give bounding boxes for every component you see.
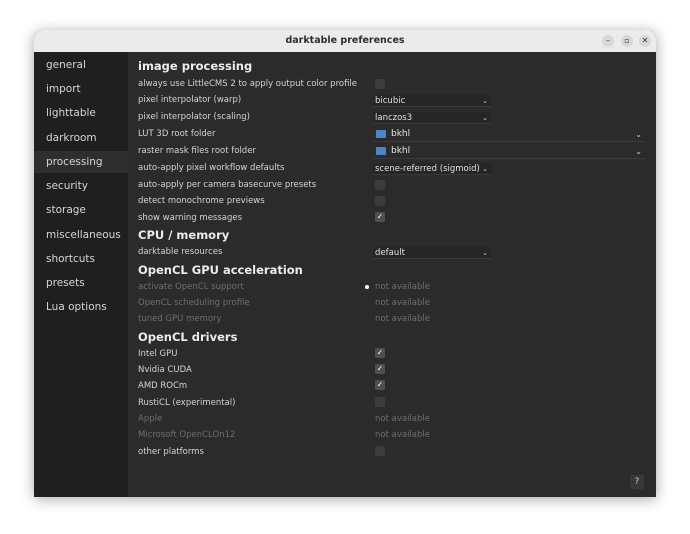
sidebar-item-storage[interactable]: storage [34,199,128,221]
sidebar-item-lua-options[interactable]: Lua options [34,296,128,318]
apple-label: Apple [138,414,163,424]
warnings-label: show warning messages [138,213,243,223]
folder-icon [376,130,386,138]
scaling-label: pixel interpolator (scaling) [138,112,250,122]
amd-checkbox[interactable]: ✓ [375,380,385,390]
monochrome-checkbox[interactable] [375,196,385,206]
sidebar-item-security[interactable]: security [34,175,128,197]
chevron-down-icon: ⌄ [482,97,488,105]
intel-checkbox[interactable]: ✓ [375,348,385,358]
scaling-value: lanczos3 [375,113,413,123]
close-button[interactable]: ✕ [639,35,651,47]
sidebar-item-darkroom[interactable]: darkroom [34,127,128,149]
help-button[interactable]: ? [630,475,644,489]
microsoft-value: not available [375,430,430,440]
raster-folder-chooser[interactable]: bkhl ⌄ [373,145,645,159]
nvidia-label: Nvidia CUDA [138,365,192,375]
raster-label: raster mask files root folder [138,146,256,156]
processing-panel: image processing always use LittleCMS 2 … [128,52,656,497]
chevron-down-icon: ⌄ [635,130,642,139]
littlecms-checkbox[interactable] [375,79,385,89]
workflow-label: auto-apply pixel workflow defaults [138,163,285,173]
workflow-dropdown[interactable]: scene-referred (sigmoid) ⌄ [373,163,491,175]
resources-dropdown[interactable]: default ⌄ [373,247,491,259]
sidebar-item-lighttable[interactable]: lighttable [34,102,128,124]
titlebar: darktable preferences – ▫ ✕ [34,30,656,53]
resources-value: default [375,248,405,258]
chevron-down-icon: ⌄ [635,147,642,156]
warp-label: pixel interpolator (warp) [138,95,242,105]
sidebar-item-shortcuts[interactable]: shortcuts [34,248,128,270]
scheduling-label: OpenCL scheduling profile [138,298,250,308]
raster-folder-value: bkhl [391,146,411,156]
resources-label: darktable resources [138,247,223,257]
apple-value: not available [375,414,430,424]
status-dot-icon [365,285,369,289]
section-cpu-memory: CPU / memory [138,228,230,242]
other-platforms-label: other platforms [138,447,204,457]
minimize-button[interactable]: – [602,35,614,47]
monochrome-label: detect monochrome previews [138,196,265,206]
sidebar: general import lighttable darkroom proce… [34,52,128,497]
sidebar-item-miscellaneous[interactable]: miscellaneous [34,224,128,246]
activate-opencl-label: activate OpenCL support [138,282,244,292]
section-opencl-gpu: OpenCL GPU acceleration [138,263,303,277]
sidebar-item-general[interactable]: general [34,54,128,76]
scaling-dropdown[interactable]: lanczos3 ⌄ [373,112,491,124]
workflow-value: scene-referred (sigmoid) [375,164,480,174]
warp-dropdown[interactable]: bicubic ⌄ [373,95,491,107]
warnings-checkbox[interactable]: ✓ [375,212,385,222]
basecurve-checkbox[interactable] [375,180,385,190]
activate-opencl-value: not available [375,282,430,292]
lut3d-label: LUT 3D root folder [138,129,216,139]
lut3d-folder-chooser[interactable]: bkhl ⌄ [373,128,645,142]
tuned-memory-value: not available [375,314,430,324]
sidebar-item-import[interactable]: import [34,78,128,100]
warp-value: bicubic [375,96,406,106]
section-image-processing: image processing [138,59,253,73]
nvidia-checkbox[interactable]: ✓ [375,364,385,374]
littlecms-label: always use LittleCMS 2 to apply output c… [138,79,358,89]
rusticl-checkbox[interactable] [375,397,385,407]
microsoft-label: Microsoft OpenCLOn12 [138,430,236,440]
chevron-down-icon: ⌄ [482,114,488,122]
window-title: darktable preferences [285,35,405,46]
sidebar-item-processing[interactable]: processing [34,151,128,173]
chevron-down-icon: ⌄ [482,165,488,173]
folder-icon [376,147,386,155]
section-opencl-drivers: OpenCL drivers [138,330,238,344]
chevron-down-icon: ⌄ [482,249,488,257]
rusticl-label: RustiCL (experimental) [138,398,236,408]
sidebar-item-presets[interactable]: presets [34,272,128,294]
lut3d-folder-value: bkhl [391,129,411,139]
basecurve-label: auto-apply per camera basecurve presets [138,180,317,190]
maximize-button[interactable]: ▫ [621,35,633,47]
amd-label: AMD ROCm [138,381,188,391]
scheduling-value: not available [375,298,430,308]
tuned-memory-label: tuned GPU memory [138,314,222,324]
intel-label: Intel GPU [138,349,178,359]
preferences-window: darktable preferences – ▫ ✕ general impo… [34,30,656,497]
other-platforms-checkbox[interactable] [375,446,385,456]
